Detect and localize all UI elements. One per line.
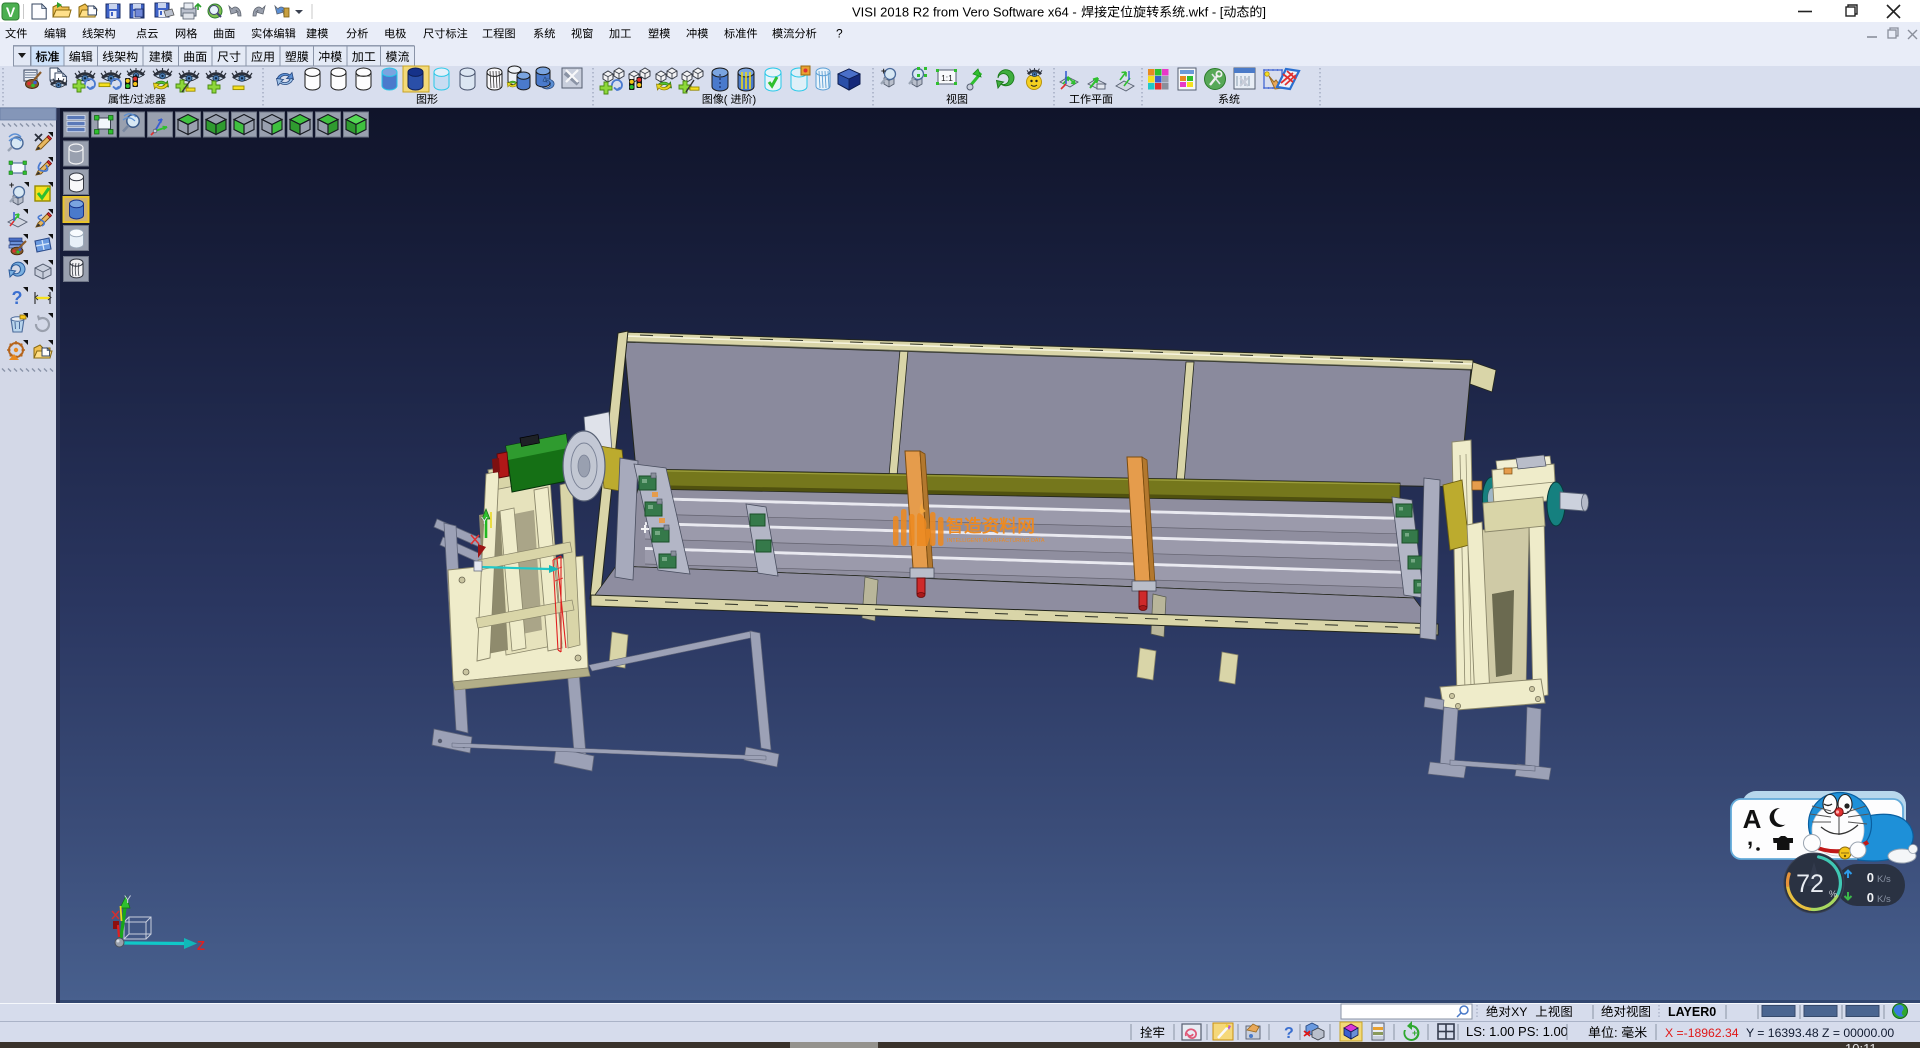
svg-text:VISI 2018 R2 from Vero Softwar: VISI 2018 R2 from Vero Software x64 - xyxy=(852,5,1077,20)
svg-text:?: ? xyxy=(836,27,843,41)
svg-text:0: 0 xyxy=(1867,890,1874,905)
svg-text:Z = 00000.00: Z = 00000.00 xyxy=(1822,1026,1894,1040)
svg-text:72: 72 xyxy=(1796,870,1824,898)
svg-text:]: ] xyxy=(1262,5,1266,20)
svg-text:?: ? xyxy=(1284,1025,1294,1042)
svg-text:INTELLIGENT MANUFACTURING DATA: INTELLIGENT MANUFACTURING DATA xyxy=(947,538,1045,544)
svg-text:Y: Y xyxy=(124,894,132,906)
svg-text::: : xyxy=(1614,1025,1618,1040)
svg-text:%: % xyxy=(1829,889,1837,899)
svg-text:(: ( xyxy=(724,94,728,106)
svg-text:XY: XY xyxy=(1511,1005,1527,1019)
svg-text:+: + xyxy=(1412,1028,1417,1038)
svg-text:10:11: 10:11 xyxy=(1845,1041,1877,1048)
svg-text:Z: Z xyxy=(197,938,205,953)
svg-text:Y = 16393.48: Y = 16393.48 xyxy=(1746,1026,1819,1040)
svg-text:1:1: 1:1 xyxy=(941,73,953,83)
svg-text:+: + xyxy=(9,180,14,190)
svg-text:0: 0 xyxy=(1867,870,1874,885)
svg-text:+: + xyxy=(881,66,886,76)
svg-text:LS: 1.00 PS: 1.00: LS: 1.00 PS: 1.00 xyxy=(1466,1024,1568,1039)
svg-text:K/s: K/s xyxy=(1877,894,1891,905)
svg-text:V: V xyxy=(6,4,16,20)
svg-text:Y: Y xyxy=(481,516,488,527)
svg-text:X =-18962.34: X =-18962.34 xyxy=(1665,1026,1739,1040)
svg-text:LAYER0: LAYER0 xyxy=(1668,1005,1716,1019)
svg-text:?: ? xyxy=(12,288,23,308)
svg-text:.wkf - [: .wkf - [ xyxy=(1185,5,1224,20)
svg-text:,: , xyxy=(1747,825,1753,850)
svg-text:K/s: K/s xyxy=(1877,874,1891,885)
svg-text:): ) xyxy=(753,94,757,106)
